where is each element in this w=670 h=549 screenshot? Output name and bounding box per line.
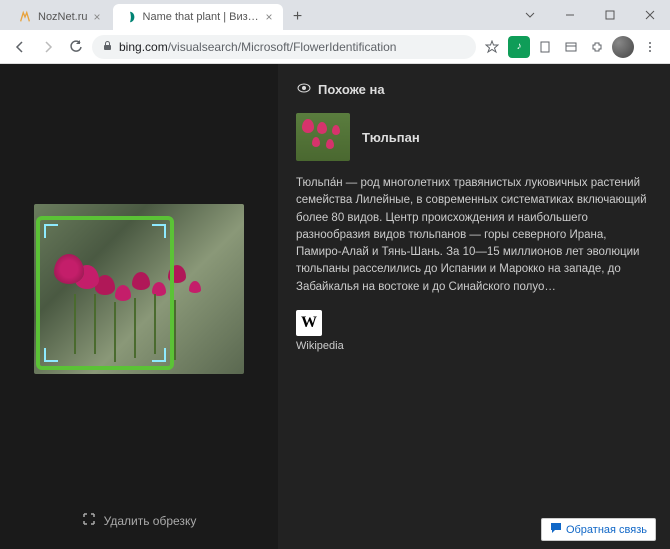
speech-icon — [550, 522, 562, 537]
result-source[interactable]: W Wikipedia — [296, 310, 652, 352]
browser-tab[interactable]: NozNet.ru × — [8, 4, 111, 30]
url-text: bing.com/visualsearch/Microsoft/FlowerId… — [119, 40, 396, 54]
favicon-icon — [18, 10, 32, 24]
browser-tab-strip: NozNet.ru × Name that plant | Визуальный… — [0, 0, 670, 30]
tab-label: Name that plant | Визуальный п — [143, 11, 260, 23]
url-field[interactable]: bing.com/visualsearch/Microsoft/FlowerId… — [92, 35, 476, 59]
window-controls — [510, 0, 670, 30]
feedback-button[interactable]: Обратная связь — [541, 518, 656, 541]
result-item[interactable]: Тюльпан — [296, 113, 652, 161]
section-header: Похоже на — [296, 80, 652, 99]
close-icon[interactable]: × — [94, 10, 101, 24]
minimize-button[interactable] — [550, 0, 590, 30]
result-title: Тюльпан — [362, 130, 420, 145]
favicon-icon — [123, 10, 137, 24]
result-description: Тюльпа́н — род многолетних травянистых л… — [296, 175, 652, 296]
address-bar: bing.com/visualsearch/Microsoft/FlowerId… — [0, 30, 670, 64]
eye-icon — [296, 80, 312, 99]
star-icon[interactable] — [480, 35, 504, 59]
back-button[interactable] — [8, 35, 32, 59]
results-panel: Похоже на Тюльпан Тюльпа́н — род многоле… — [278, 64, 670, 549]
maximize-button[interactable] — [590, 0, 630, 30]
result-thumbnail — [296, 113, 350, 161]
reload-button[interactable] — [64, 35, 88, 59]
chevron-down-icon[interactable] — [510, 0, 550, 30]
extension-icon[interactable]: ♪ — [508, 36, 530, 58]
crop-selection[interactable] — [36, 216, 174, 370]
close-window-button[interactable] — [630, 0, 670, 30]
browser-tab-active[interactable]: Name that plant | Визуальный п × — [113, 4, 283, 30]
extension-icon[interactable] — [534, 36, 556, 58]
crop-handle-br[interactable] — [152, 348, 166, 362]
close-icon[interactable]: × — [266, 10, 273, 24]
delete-crop-button[interactable]: Удалить обрезку — [82, 512, 197, 529]
tab-label: NozNet.ru — [38, 11, 88, 23]
crop-handle-tr[interactable] — [152, 224, 166, 238]
feedback-label: Обратная связь — [566, 524, 647, 536]
uploaded-image[interactable] — [34, 204, 244, 374]
wikipedia-icon: W — [296, 310, 322, 336]
menu-button[interactable] — [638, 35, 662, 59]
extensions-menu-icon[interactable] — [586, 36, 608, 58]
new-tab-button[interactable]: + — [285, 4, 311, 30]
extension-icon[interactable] — [560, 36, 582, 58]
crop-handle-tl[interactable] — [44, 224, 58, 238]
source-label: Wikipedia — [296, 340, 344, 352]
image-panel: Удалить обрезку — [0, 64, 278, 549]
delete-crop-label: Удалить обрезку — [104, 514, 197, 528]
crop-handle-bl[interactable] — [44, 348, 58, 362]
page-content: Удалить обрезку Похоже на Тюльпан Тюльпа… — [0, 64, 670, 549]
profile-avatar[interactable] — [612, 36, 634, 58]
lock-icon — [102, 40, 113, 54]
forward-button[interactable] — [36, 35, 60, 59]
crop-icon — [82, 512, 96, 529]
section-title: Похоже на — [318, 82, 385, 97]
